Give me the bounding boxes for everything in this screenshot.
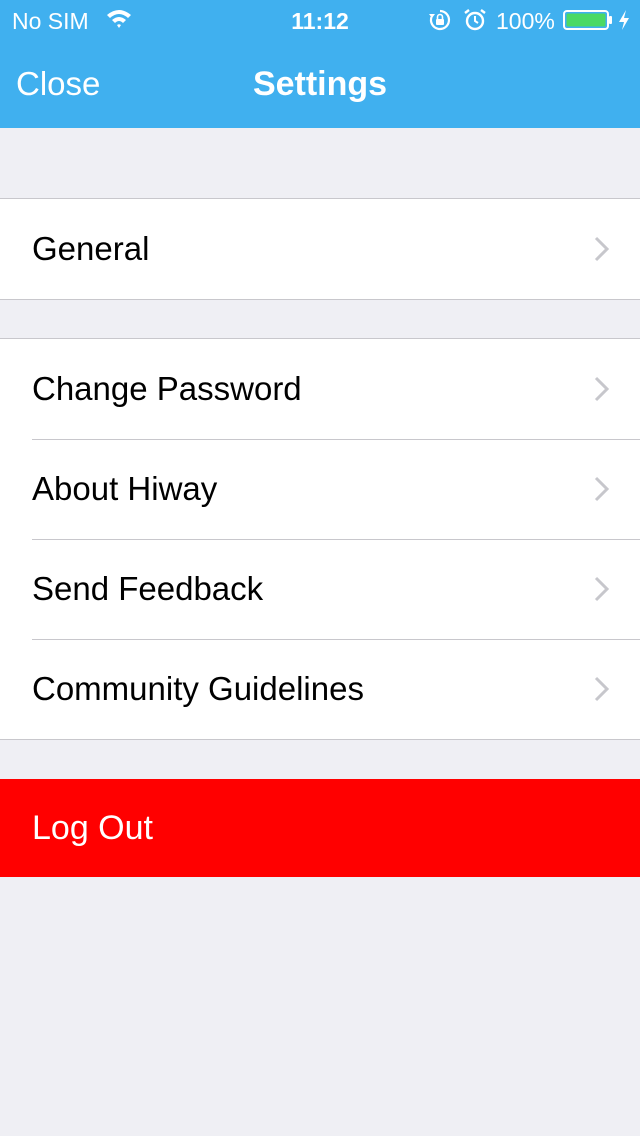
chevron-right-icon — [594, 476, 610, 502]
logout-label: Log Out — [32, 809, 153, 847]
charging-icon — [619, 10, 629, 30]
battery-percent: 100% — [496, 8, 555, 34]
settings-item-label: Change Password — [32, 370, 302, 407]
chevron-right-icon — [594, 576, 610, 602]
chevron-right-icon — [594, 236, 610, 262]
settings-group-general: General — [0, 198, 640, 300]
settings-item-label: Send Feedback — [32, 570, 264, 607]
navigation-bar: No SIM 11:12 100% Close Settings — [0, 0, 640, 128]
status-bar: No SIM 11:12 100% — [0, 0, 640, 40]
settings-item-label: Community Guidelines — [32, 670, 364, 707]
settings-item-about-hiway[interactable]: About Hiway — [0, 439, 640, 539]
settings-item-general[interactable]: General — [0, 199, 640, 299]
orientation-lock-icon — [429, 9, 451, 31]
page-title: Settings — [252, 65, 388, 103]
settings-item-change-password[interactable]: Change Password — [0, 339, 640, 439]
settings-item-label: General — [32, 230, 150, 267]
settings-item-label: About Hiway — [32, 470, 218, 507]
settings-item-send-feedback[interactable]: Send Feedback — [0, 539, 640, 639]
chevron-right-icon — [594, 676, 610, 702]
logout-button[interactable]: Log Out — [0, 779, 640, 877]
battery-icon — [563, 10, 612, 30]
settings-group-account: Change Password About Hiway Send Feedbac… — [0, 338, 640, 740]
alarm-icon — [464, 9, 486, 31]
settings-item-community-guidelines[interactable]: Community Guidelines — [0, 639, 640, 739]
chevron-right-icon — [594, 376, 610, 402]
